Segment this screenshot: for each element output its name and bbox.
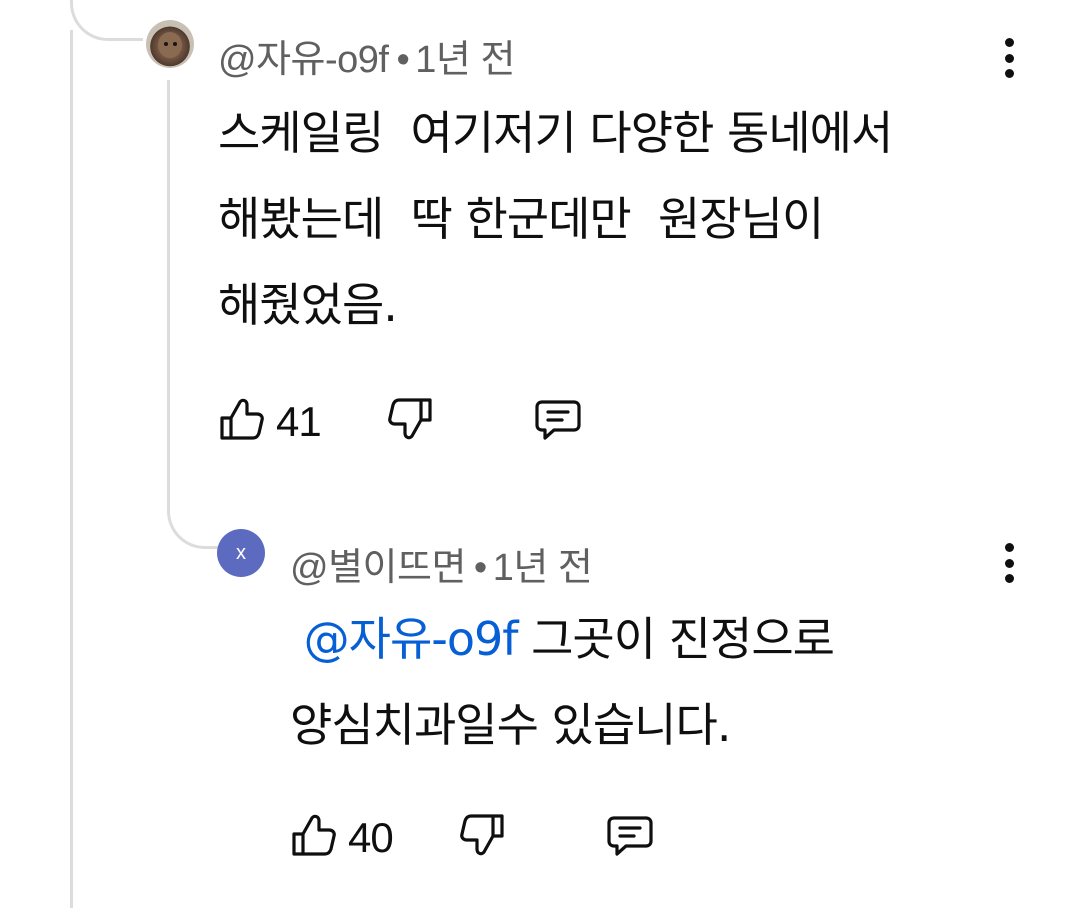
comment-author[interactable]: @자유-o9f — [218, 39, 389, 81]
reply-text: @자유-o9f 그곳이 진정으로양심치과일수 있습니다. — [290, 596, 835, 768]
reply-avatar[interactable]: x — [217, 529, 265, 577]
thumbs-up-icon[interactable] — [290, 812, 338, 860]
thread-connector-top — [70, 0, 143, 41]
thumbs-down-icon[interactable] — [386, 396, 434, 444]
meta-separator: • — [396, 39, 410, 81]
avatar-eye-left — [164, 42, 168, 46]
comment-icon[interactable] — [606, 812, 654, 860]
reply-line: @자유-o9f 그곳이 진정으로 — [290, 596, 835, 682]
avatar-face — [158, 32, 182, 58]
like-count: 41 — [276, 398, 322, 445]
thumbs-up-icon[interactable] — [218, 396, 266, 444]
thread-connector-main — [70, 30, 73, 908]
avatar[interactable] — [146, 20, 194, 68]
thumbs-down-icon[interactable] — [458, 812, 506, 860]
comment-meta: @자유-o9f • 1년 전 — [218, 28, 515, 83]
reply-author[interactable]: @별이뜨면 — [290, 547, 466, 589]
like-count: 40 — [348, 814, 394, 861]
meta-separator: • — [473, 547, 487, 589]
more-vertical-icon[interactable] — [1003, 38, 1015, 78]
more-vertical-icon[interactable] — [1003, 543, 1015, 583]
reply-line-text: 그곳이 진정으로 — [517, 612, 835, 666]
reply-line: 양심치과일수 있습니다. — [290, 698, 731, 752]
avatar-eye-right — [173, 42, 177, 46]
comment-line: 해봤는데 딱 한군데만 원장님이 — [218, 192, 824, 246]
thread-connector-reply-curve — [167, 460, 218, 549]
mention-link[interactable]: @자유-o9f — [304, 612, 519, 666]
comment-thread: @자유-o9f • 1년 전 스케일링 여기저기 다양한 동네에서 해봤는데 딱 한군… — [0, 0, 1080, 908]
comment-icon[interactable] — [534, 396, 582, 444]
reply-time[interactable]: 1년 전 — [493, 547, 593, 589]
avatar-letter: x — [236, 541, 246, 564]
comment-text: 스케일링 여기저기 다양한 동네에서해봤는데 딱 한군데만 원장님이해줬었음. — [218, 90, 893, 348]
comment-time[interactable]: 1년 전 — [415, 39, 515, 81]
thread-connector-reply — [167, 80, 170, 500]
comment-line: 해줬었음. — [218, 278, 398, 332]
reply-meta: @별이뜨면 • 1년 전 — [290, 536, 593, 591]
comment-line: 스케일링 여기저기 다양한 동네에서 — [218, 106, 893, 160]
